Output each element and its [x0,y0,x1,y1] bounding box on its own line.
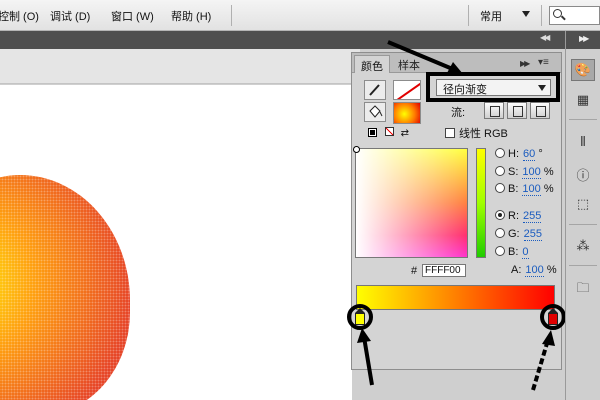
tab-swatches[interactable]: 样本 [392,55,426,73]
paint-bucket-icon [369,105,383,118]
tab-color[interactable]: 颜色 [354,55,390,73]
no-color-icon[interactable] [384,127,394,136]
panel-dock-strip [0,31,600,49]
hex-label: # [411,265,418,277]
saturation-label: S: [508,166,519,178]
right-toolbar-header: ▶▶ [566,31,600,49]
components-icon[interactable]: ⁂ [571,235,595,257]
gradient-preview-bar[interactable] [356,285,555,310]
radial-gradient-shape[interactable] [0,175,130,400]
black-white-icon[interactable] [368,128,377,137]
right-toolbar: ▶▶ 🎨 ▦ ⫴ ⓘ ⬚ ⁂ 🗀 [565,31,600,400]
swap-colors-icons[interactable]: ⇄ [368,127,409,139]
saturation-value[interactable]: 100 [522,166,541,179]
flow-reflect-button[interactable] [507,102,527,119]
hue-label: H: [508,148,519,160]
linear-rgb-label: 线性 RGB [459,128,508,140]
search-icon [553,9,562,18]
panel-menu-icon[interactable]: ▾≡ [538,57,549,68]
red-row[interactable]: R: 255 [495,210,542,223]
saturation-unit: % [543,166,554,178]
expand-icon[interactable]: ▶▶ [520,59,530,68]
hue-value[interactable]: 60 [523,148,536,161]
annotation-circle-right [540,304,566,330]
workspace-switcher[interactable]: 常用 [480,8,502,24]
stroke-color-button[interactable] [364,80,386,100]
pencil-icon [369,84,380,96]
red-label: R: [508,210,519,222]
fill-swatch[interactable] [393,102,421,124]
toolbar-separator [569,119,597,120]
red-radio[interactable] [495,210,505,220]
hue-unit: ° [538,148,543,160]
stroke-swatch[interactable] [393,80,421,100]
brightness-radio[interactable] [495,183,505,193]
panel-header: 颜色 样本 ▶▶ ▾≡ [352,53,561,73]
swatches-grid-icon[interactable]: ▦ [571,89,595,111]
blue-value[interactable]: 0 [522,246,529,259]
menu-window[interactable]: 窗口 (W) [111,8,154,24]
menu-help[interactable]: 帮助 (H) [171,8,211,24]
menu-separator [541,5,542,26]
annotation-highlight-box [426,72,560,102]
saturation-row[interactable]: S: 100 % [495,166,554,179]
green-label: G: [508,228,520,240]
blue-radio[interactable] [495,246,505,256]
toolbar-separator [569,224,597,225]
red-value[interactable]: 255 [523,210,542,223]
fill-color-button[interactable] [364,102,386,122]
hue-radio[interactable] [495,148,505,158]
green-radio[interactable] [495,228,505,238]
brightness-label: B: [508,183,519,195]
blue-label: B: [508,246,519,258]
green-row[interactable]: G: 255 [495,228,542,241]
color-palette-icon[interactable]: 🎨 [571,59,595,81]
flow-repeat-button[interactable] [530,102,550,119]
toolbar-separator [569,265,597,266]
stage-header [0,49,360,84]
green-value[interactable]: 255 [523,228,542,241]
transform-icon[interactable]: ⬚ [571,193,595,215]
menu-control[interactable]: 控制 (O) [0,8,39,24]
brightness-value[interactable]: 100 [522,183,541,196]
hue-row[interactable]: H: 60 ° [495,148,543,161]
library-folder-icon[interactable]: 🗀 [571,279,595,301]
align-icon[interactable]: ⫴ [571,131,595,153]
menu-debug[interactable]: 调试 (D) [50,8,90,24]
chevron-down-icon[interactable] [522,11,530,17]
saturation-radio[interactable] [495,166,505,176]
brightness-row[interactable]: B: 100 % [495,183,554,196]
linear-rgb-checkbox[interactable] [445,128,455,138]
alpha-label: A: [511,264,522,276]
alpha-value[interactable]: 100 [525,264,544,277]
menu-separator [231,5,232,26]
picker-marker[interactable] [353,146,360,153]
color-picker-field[interactable] [353,146,468,258]
brightness-unit: % [543,183,554,195]
menu-bar: 控制 (O) 调试 (D) 窗口 (W) 帮助 (H) 常用 [0,0,600,31]
hex-input[interactable]: FFFF00 [422,264,466,277]
hue-slider[interactable] [476,148,486,258]
alpha-row[interactable]: A: 100 % [511,264,557,277]
stage-canvas[interactable] [0,85,352,400]
swap-icon[interactable]: ⇄ [401,128,409,139]
flow-extend-button[interactable] [484,102,504,119]
alpha-unit: % [546,264,557,276]
search-input[interactable] [549,6,600,25]
linear-rgb-option[interactable]: 线性 RGB [445,125,508,141]
annotation-circle-left [347,304,373,330]
collapse-icon[interactable]: ◀◀ [540,33,550,42]
blue-row[interactable]: B: 0 [495,246,529,259]
expand-icon[interactable]: ▶▶ [579,34,589,43]
menu-separator [468,5,469,26]
info-icon[interactable]: ⓘ [571,163,595,185]
flow-label: 流: [451,107,466,119]
